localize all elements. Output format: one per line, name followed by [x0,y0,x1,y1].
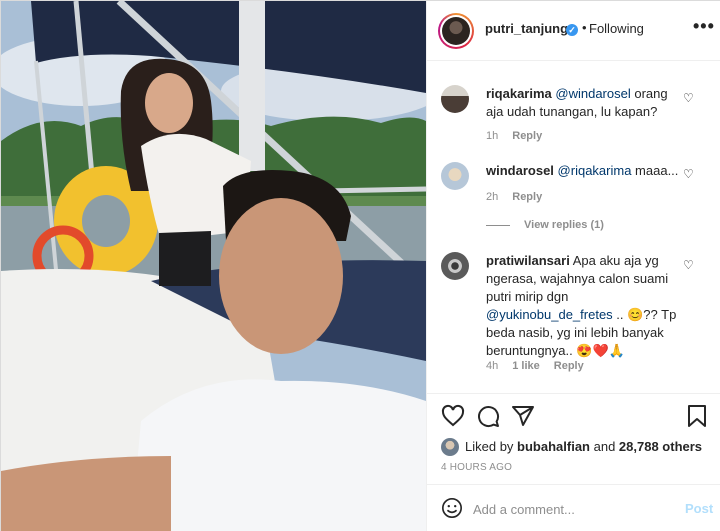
profile-avatar[interactable] [438,13,474,49]
comment-reply-button[interactable]: Reply [512,130,542,142]
add-comment-bar: Post [427,484,720,531]
comment-input[interactable] [473,499,663,519]
post-sidebar: putri_tanjung ✓ • Following ••• riqakari… [426,1,720,531]
share-icon[interactable] [511,404,535,428]
likes-count[interactable]: 28,788 others [619,439,702,454]
comment-body: maaa... [631,163,679,178]
comment-icon[interactable] [476,404,500,428]
comment-meta: 2h Reply [486,191,556,203]
post-timestamp[interactable]: 4 HOURS AGO [441,462,512,473]
comment-like-heart-icon[interactable]: ♡ [683,91,694,105]
comment-like-heart-icon[interactable]: ♡ [683,258,694,272]
replies-divider [486,224,510,226]
following-button[interactable]: Following [589,21,644,36]
comment-text: pratiwilansari Apa aku aja yg ngerasa, w… [486,252,681,360]
comment-text: riqakarima @windarosel orang aja udah tu… [486,85,681,121]
comment-time: 4h [486,360,499,372]
comment-time: 2h [486,191,499,203]
post-modal: putri_tanjung ✓ • Following ••• riqakari… [0,0,720,531]
commenter-avatar[interactable] [441,85,469,113]
comment-meta: 1h Reply [486,130,556,142]
post-header: putri_tanjung ✓ • Following ••• [427,1,720,61]
more-options-icon[interactable]: ••• [693,16,715,37]
post-comment-button[interactable]: Post [685,501,713,516]
comment-meta: 4h 1 like Reply [486,360,598,372]
comment-mention[interactable]: @yukinobu_de_fretes [486,307,613,322]
comment-username[interactable]: windarosel [486,163,554,178]
heart-icon[interactable] [441,404,465,428]
liker-avatar[interactable] [441,438,459,456]
likes-prefix: Liked by [465,439,518,454]
profile-username[interactable]: putri_tanjung [485,21,568,36]
commenter-avatar[interactable] [441,162,469,190]
comment-mention[interactable]: @windarosel [555,86,630,101]
commenter-avatar[interactable] [441,252,469,280]
comment-username[interactable]: riqakarima [486,86,552,101]
comments-list[interactable]: riqakarima @windarosel orang aja udah tu… [427,62,720,392]
comment-like-count[interactable]: 1 like [512,360,540,372]
post-photo[interactable] [1,1,426,531]
emoji-icon[interactable] [441,497,463,519]
avatar-image [442,17,470,45]
view-replies-label[interactable]: View replies (1) [524,219,604,231]
comment-mention[interactable]: @riqakarima [558,163,632,178]
likes-middle: and [590,439,619,454]
separator-dot: • [582,20,587,35]
liker-username[interactable]: bubahalfian [517,439,590,454]
comment-reply-button[interactable]: Reply [512,191,542,203]
bookmark-icon[interactable] [685,404,709,428]
comment-text: windarosel @riqakarima maaa... [486,162,681,180]
boat-selfie-image [1,1,426,531]
view-replies-button[interactable]: View replies (1) [486,219,604,231]
comment-reply-button[interactable]: Reply [554,360,584,372]
verified-badge-icon: ✓ [566,24,578,36]
comment-username[interactable]: pratiwilansari [486,253,570,268]
comment-like-heart-icon[interactable]: ♡ [683,167,694,181]
comment-time: 1h [486,130,499,142]
